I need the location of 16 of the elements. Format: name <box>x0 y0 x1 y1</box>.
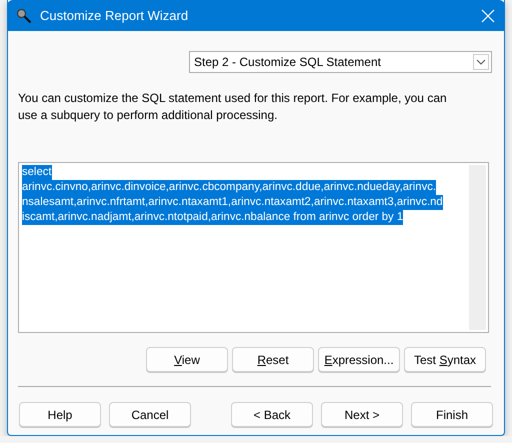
footer-button[interactable]: Cancel <box>109 402 191 427</box>
editor-button[interactable]: Test Syntax <box>404 347 486 372</box>
editor-button[interactable]: View <box>146 347 228 372</box>
editor-button[interactable]: Reset <box>232 347 314 372</box>
footer-button[interactable]: < Back <box>231 402 313 427</box>
footer-button[interactable]: Help <box>19 402 101 427</box>
step-dropdown[interactable]: Step 2 - Customize SQL Statement <box>189 51 492 73</box>
window-title: Customize Report Wizard <box>40 8 190 23</box>
sql-editor[interactable] <box>18 162 489 333</box>
chevron-icon <box>473 54 489 70</box>
footer-button[interactable]: Finish <box>411 402 493 427</box>
close-button[interactable] <box>481 8 495 22</box>
footer-button[interactable]: Next > <box>321 402 403 427</box>
magnifier-icon <box>16 8 32 24</box>
description-text: You can customize the SQL statement used for this report. For example, you can use a subquery to perform additional processing. <box>18 90 448 124</box>
editor-button[interactable]: Expression... <box>318 347 400 372</box>
